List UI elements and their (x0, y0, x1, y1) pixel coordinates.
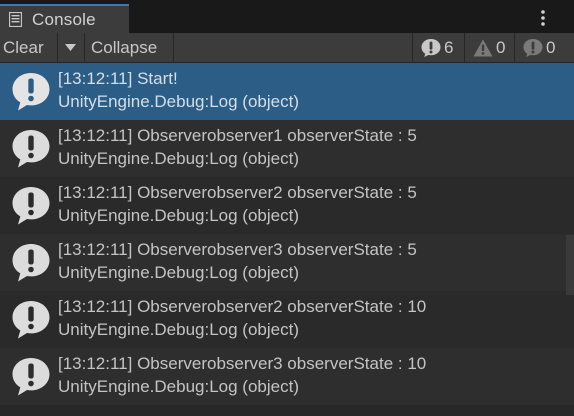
scrollbar-thumb[interactable] (566, 235, 574, 295)
toolbar-divider (173, 33, 174, 62)
log-info-icon (12, 130, 50, 168)
console-toolbar: Clear Collapse 6 0 0 (0, 33, 574, 63)
caret-down-icon (65, 44, 76, 51)
error-exclamation-icon (523, 39, 543, 57)
log-source: UnityEngine.Debug:Log (object) (58, 377, 299, 396)
log-entry[interactable]: [13:12:11] Observerobserver3 observerSta… (0, 234, 574, 291)
log-message: [13:12:11] Observerobserver2 observerSta… (58, 183, 417, 202)
log-info-icon (12, 301, 50, 339)
log-info-icon (12, 244, 50, 282)
info-count: 6 (444, 38, 454, 57)
collapse-toggle[interactable]: Collapse (85, 33, 173, 62)
warning-filter-toggle[interactable]: 0 (465, 33, 514, 62)
log-entry[interactable]: [13:12:11] Observerobserver2 observerSta… (0, 291, 574, 348)
log-entry[interactable]: [13:12:11] Observerobserver3 observerSta… (0, 348, 574, 405)
console-list-icon (9, 12, 22, 27)
warning-triangle-icon (473, 39, 493, 57)
log-list[interactable]: [13:12:11] Start! UnityEngine.Debug:Log … (0, 63, 574, 416)
info-filter-toggle[interactable]: 6 (413, 33, 464, 62)
log-source: UnityEngine.Debug:Log (object) (58, 92, 299, 111)
log-info-icon (12, 358, 50, 396)
tab-console[interactable]: Console (0, 4, 129, 33)
log-message: [13:12:11] Observerobserver3 observerSta… (58, 354, 427, 373)
console-window: Console Clear Collapse 6 0 0 [13:12:11] … (0, 0, 574, 416)
log-message: [13:12:11] Observerobserver2 observerSta… (58, 297, 427, 316)
log-message: [13:12:11] Observerobserver3 observerSta… (58, 240, 417, 259)
log-entry[interactable]: [13:12:11] Start! UnityEngine.Debug:Log … (0, 63, 574, 120)
error-filter-toggle[interactable]: 0 (515, 33, 574, 62)
log-source: UnityEngine.Debug:Log (object) (58, 206, 299, 225)
log-source: UnityEngine.Debug:Log (object) (58, 263, 299, 282)
log-message: [13:12:11] Start! (58, 69, 178, 88)
warning-count: 0 (496, 38, 506, 57)
kebab-menu-icon[interactable] (532, 8, 554, 30)
log-source: UnityEngine.Debug:Log (object) (58, 320, 299, 339)
log-message: [13:12:11] Observerobserver1 observerSta… (58, 126, 417, 145)
log-entry[interactable]: [13:12:11] Observerobserver2 observerSta… (0, 177, 574, 234)
tab-strip: Console (0, 0, 574, 33)
info-exclamation-icon (421, 39, 441, 57)
log-entry[interactable]: [13:12:11] Observerobserver1 observerSta… (0, 120, 574, 177)
log-info-icon (12, 187, 50, 225)
log-info-icon (12, 73, 50, 111)
clear-options-dropdown[interactable] (58, 33, 83, 62)
tab-label: Console (32, 10, 96, 29)
clear-button[interactable]: Clear (0, 33, 57, 62)
error-count: 0 (546, 38, 556, 57)
log-source: UnityEngine.Debug:Log (object) (58, 149, 299, 168)
